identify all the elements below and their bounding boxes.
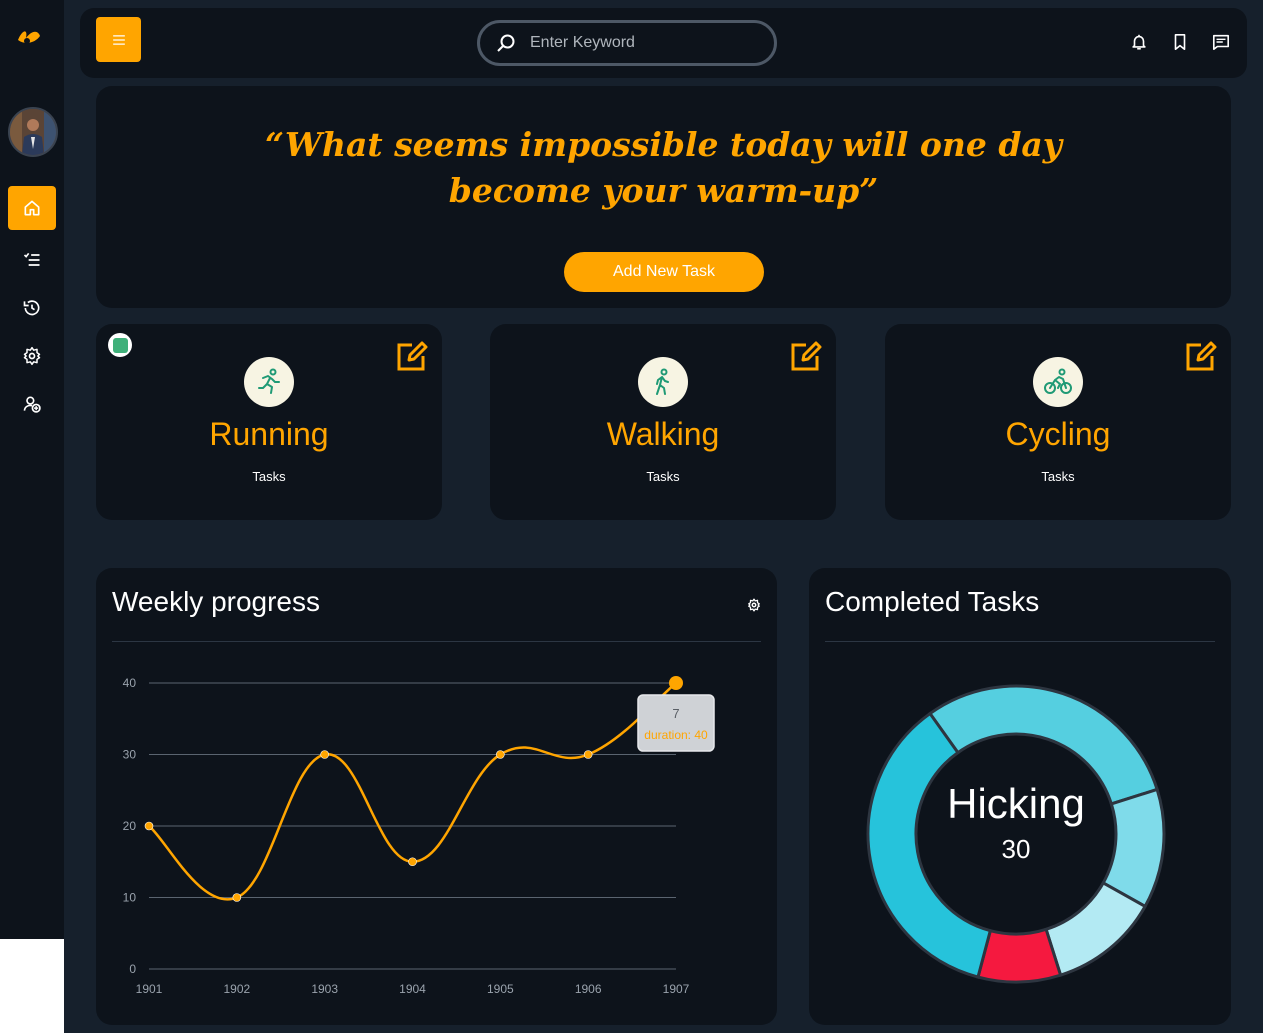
top-header: [80, 8, 1247, 78]
search-input[interactable]: [530, 34, 750, 52]
x-tick-label: 1907: [663, 982, 690, 996]
x-tick-label: 1905: [487, 982, 514, 996]
history-icon: [23, 300, 40, 316]
donut-slice: [976, 927, 1063, 984]
search-icon: [497, 34, 515, 52]
sidebar-footer: [0, 939, 64, 1033]
nav-tasks[interactable]: [8, 238, 56, 282]
y-tick-label: 20: [123, 819, 137, 833]
hamburger-icon: [112, 34, 125, 45]
card-subtitle: Tasks: [646, 469, 680, 484]
cycling-icon: [1033, 357, 1083, 407]
card-title: Cycling: [1005, 416, 1111, 452]
tooltip-label: duration: 40: [644, 728, 708, 742]
x-tick-label: 1903: [311, 982, 338, 996]
search-box[interactable]: [477, 20, 777, 66]
status-badge: [108, 333, 132, 357]
donut-center-label: Hicking: [947, 780, 1085, 827]
x-tick-label: 1906: [575, 982, 602, 996]
nav-add-user[interactable]: [8, 382, 56, 426]
add-user-icon: [23, 396, 41, 413]
edit-icon[interactable]: [790, 340, 822, 372]
edit-icon[interactable]: [1185, 340, 1217, 372]
tooltip-title: 7: [672, 706, 679, 721]
sidebar: [0, 0, 64, 939]
nav-home[interactable]: [8, 186, 56, 230]
nav-settings[interactable]: [8, 334, 56, 378]
data-point: [232, 893, 242, 902]
card-subtitle: Tasks: [252, 469, 286, 484]
card-title: Walking: [606, 416, 720, 452]
completed-tasks-panel: Completed Tasks Hicking 30: [809, 568, 1231, 1025]
menu-button[interactable]: [96, 17, 141, 62]
tooltip-box: [637, 694, 715, 752]
donut-slice: [1044, 880, 1148, 978]
messages-button[interactable]: [1210, 31, 1232, 53]
card-subtitle: Tasks: [1041, 469, 1075, 484]
add-task-button[interactable]: Add New Task: [564, 252, 764, 292]
bell-icon: [1132, 34, 1146, 50]
y-tick-label: 0: [129, 962, 136, 976]
data-point: [320, 750, 329, 759]
bookmark-icon: [1174, 33, 1186, 51]
weekly-progress-chart: 0 10 20 30 40 1901 1902 1903 1904 1905 1906 1907 7 du…: [123, 676, 715, 996]
y-tick-label: 30: [123, 748, 137, 762]
y-tick-label: 40: [123, 676, 137, 690]
motivational-quote: “What seems impossible today will one da…: [265, 125, 1062, 210]
checklist-icon: [23, 252, 40, 266]
data-point: [144, 821, 154, 831]
donut-center-value: 30: [1001, 834, 1031, 864]
edit-icon[interactable]: [396, 340, 428, 372]
activity-card-walking[interactable]: Walking Tasks: [490, 324, 836, 520]
card-title: Running: [209, 416, 329, 452]
message-icon: [1212, 34, 1230, 51]
home-icon: [24, 200, 40, 216]
x-tick-label: 1904: [399, 982, 426, 996]
nav-history[interactable]: [8, 286, 56, 330]
avatar[interactable]: [8, 107, 58, 157]
activity-card-running[interactable]: Running Tasks: [96, 324, 442, 520]
y-tick-label: 10: [123, 891, 137, 905]
logo-icon[interactable]: [14, 20, 46, 50]
data-point: [669, 676, 683, 690]
notifications-button[interactable]: [1128, 31, 1150, 53]
bookmarks-button[interactable]: [1169, 31, 1191, 53]
activity-card-cycling[interactable]: Cycling Tasks: [885, 324, 1231, 520]
data-point: [583, 750, 593, 759]
quote-panel: “What seems impossible today will one da…: [96, 86, 1231, 308]
running-icon: [244, 357, 294, 407]
gear-icon: [23, 346, 41, 366]
data-point: [408, 857, 417, 867]
donut-center: Hicking 30: [916, 780, 1116, 865]
weekly-progress-panel: Weekly progress 0 10 20 30 40 1901 1902 1903 190…: [96, 568, 777, 1025]
series-line: [148, 682, 677, 901]
data-point: [496, 750, 505, 759]
x-tick-label: 1902: [223, 982, 250, 996]
x-tick-label: 1901: [136, 982, 163, 996]
walking-icon: [638, 357, 688, 407]
